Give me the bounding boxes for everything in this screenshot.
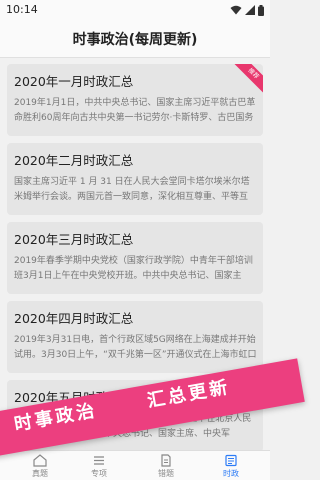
card-title: 2020年一月时政汇总: [14, 74, 134, 89]
card-summary: 国家主席习近平 1 月 31 日在人民大会堂同卡塔尔埃米尔塔米姆举行会谈。两国元…: [14, 177, 250, 202]
tab-label: 错题: [158, 469, 174, 478]
app-header: 时事政治(每周更新): [0, 20, 270, 58]
page-title: 时事政治(每周更新): [72, 32, 198, 48]
card-title: 2020年三月时政汇总: [14, 232, 134, 247]
status-icons: [230, 4, 264, 16]
tab-zhenti[interactable]: 真题: [13, 451, 67, 480]
bottom-tab-bar: 真题 专项 错题 时政: [0, 450, 270, 480]
card-summary: 2019年春季学期中央党校（国家行政学院）中青年干部培训班3月1日上午在中央党校…: [14, 256, 253, 281]
status-time: 10:14: [6, 3, 38, 16]
news-card[interactable]: 2020年三月时政汇总 2019年春季学期中央党校（国家行政学院）中青年干部培训…: [7, 222, 263, 294]
tab-label: 真题: [32, 469, 48, 478]
tab-shizheng[interactable]: 时政: [204, 451, 258, 480]
battery-icon: [258, 4, 264, 16]
tab-cuoti[interactable]: 错题: [139, 451, 193, 480]
tab-label: 专项: [91, 469, 107, 478]
list-icon: [94, 456, 104, 465]
card-summary: 2019年1月1日，中共中央总书记、国家主席习近平就古巴革命胜利60周年向古共中…: [14, 98, 256, 123]
card-title: 2020年四月时政汇总: [14, 311, 134, 326]
wifi-icon: [230, 5, 242, 15]
tab-zhuanxiang[interactable]: 专项: [72, 451, 126, 480]
tab-label: 时政: [223, 469, 239, 478]
recommend-badge: 推荐: [228, 64, 263, 99]
status-bar: 10:14: [0, 0, 270, 20]
document-icon: [161, 454, 171, 467]
news-icon: [225, 454, 237, 467]
news-card[interactable]: 2020年一月时政汇总 2019年1月1日，中共中央总书记、国家主席习近平就古巴…: [7, 64, 263, 136]
card-title: 2020年二月时政汇总: [14, 153, 134, 168]
news-card[interactable]: 2020年四月时政汇总 2019年3月31日电，首个行政区域5G网络在上海建成并…: [7, 301, 263, 373]
card-summary: 2019年3月31日电，首个行政区域5G网络在上海建成并开始试用。3月30日上午…: [14, 335, 257, 360]
signal-icon: [245, 5, 255, 15]
news-card[interactable]: 2020年二月时政汇总 国家主席习近平 1 月 31 日在人民大会堂同卡塔尔埃米…: [7, 143, 263, 215]
home-icon: [33, 454, 47, 467]
